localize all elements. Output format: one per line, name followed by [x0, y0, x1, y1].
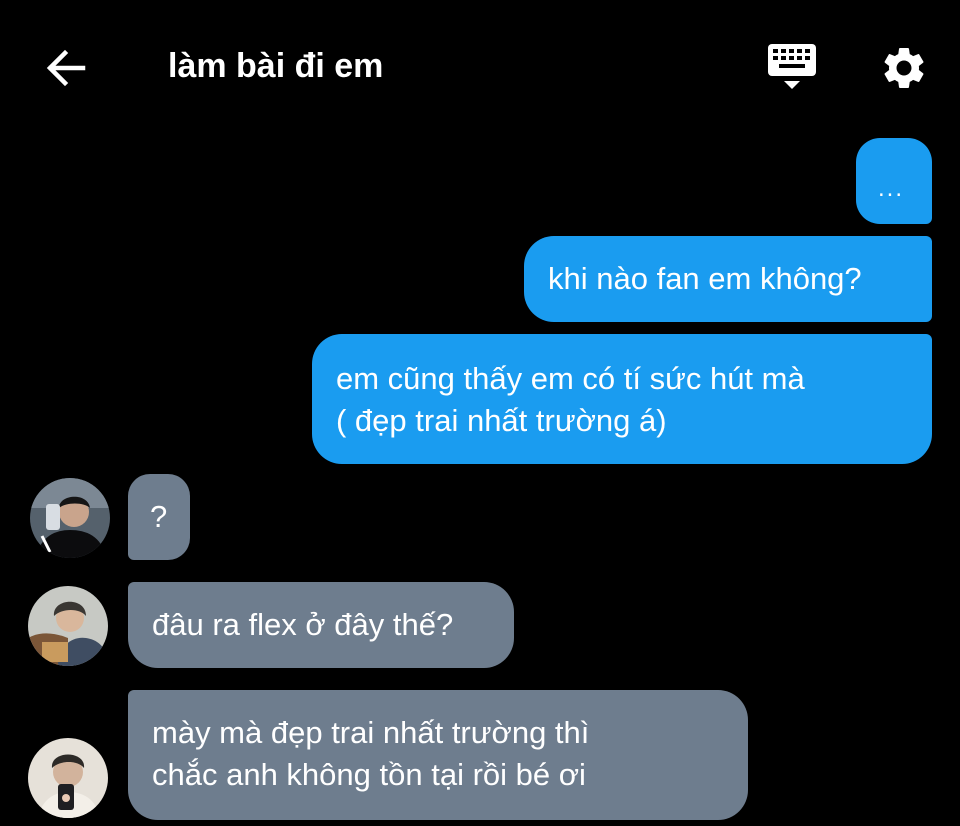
chat-screen: làm bài đi em ... khi nào fan em không? … — [0, 0, 960, 826]
sent-message-bubble[interactable]: khi nào fan em không? — [524, 236, 932, 322]
chat-header: làm bài đi em — [0, 0, 960, 130]
message-text: khi nào fan em không? — [548, 261, 862, 296]
sent-message-bubble[interactable]: em cũng thấy em có tí sức hút mà ( đẹp t… — [312, 334, 932, 464]
keyboard-button[interactable] — [764, 38, 820, 94]
received-message-bubble[interactable]: ? — [128, 474, 190, 560]
sent-message-bubble[interactable]: ... — [856, 138, 932, 224]
received-message-bubble[interactable]: đâu ra flex ở đây thế? — [128, 582, 514, 668]
settings-button[interactable] — [876, 40, 932, 96]
chat-title: làm bài đi em — [168, 47, 384, 85]
message-text: chắc anh không tồn tại rồi bé ơi — [152, 757, 586, 792]
sender-avatar[interactable] — [30, 478, 110, 558]
arrow-left-icon — [46, 49, 86, 87]
message-text: ? — [150, 499, 168, 534]
gear-icon — [884, 47, 924, 88]
message-text: em cũng thấy em có tí sức hút mà — [336, 361, 805, 396]
sender-avatar[interactable] — [28, 738, 108, 818]
sender-avatar[interactable] — [28, 586, 108, 666]
message-text: đâu ra flex ở đây thế? — [152, 607, 454, 642]
message-text: ( đẹp trai nhất trường á) — [336, 403, 667, 438]
received-message-bubble[interactable]: mày mà đẹp trai nhất trường thì chắc anh… — [128, 690, 748, 820]
message-text: ... — [878, 175, 905, 202]
keyboard-icon — [768, 44, 816, 89]
back-button[interactable] — [40, 42, 92, 94]
message-text: mày mà đẹp trai nhất trường thì — [152, 715, 590, 750]
